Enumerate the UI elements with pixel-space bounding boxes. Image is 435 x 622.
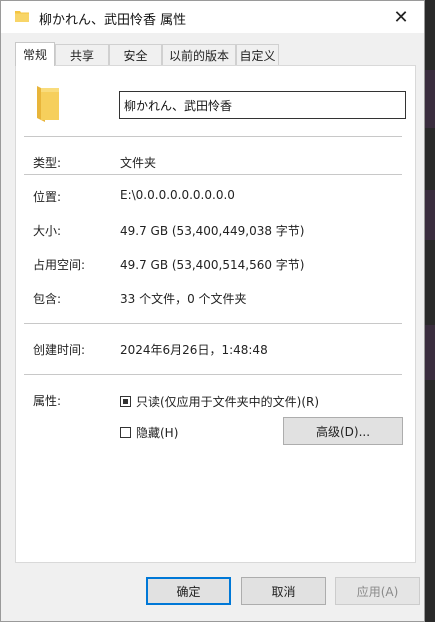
general-panel: 类型: 文件夹 位置: E:\0.0.0.0.0.0.0.0.0 大小: 49.… <box>15 65 416 563</box>
tab-sharing[interactable]: 共享 <box>55 44 109 65</box>
tab-customize[interactable]: 自定义 <box>236 44 279 65</box>
divider <box>24 174 402 175</box>
created-label: 创建时间: <box>33 343 86 357</box>
hidden-label: 隐藏(H) <box>136 426 179 440</box>
contains-label: 包含: <box>33 292 62 306</box>
folder-icon <box>15 11 29 22</box>
created-value: 2024年6月26日，1:48:48 <box>120 343 268 357</box>
tab-security[interactable]: 安全 <box>109 44 162 65</box>
window-title: 柳かれん、武田怜香 属性 <box>39 13 187 28</box>
ok-button[interactable]: 确定 <box>146 577 231 605</box>
title-bar: 柳かれん、武田怜香 属性 ✕ <box>1 1 424 33</box>
contains-value: 33 个文件，0 个文件夹 <box>120 292 247 306</box>
divider <box>24 136 402 137</box>
readonly-label: 只读(仅应用于文件夹中的文件)(R) <box>136 395 320 409</box>
folder-name-input[interactable] <box>119 91 406 119</box>
divider <box>24 323 402 324</box>
background-thumbnail <box>425 190 435 240</box>
background-thumbnail <box>425 70 435 128</box>
location-label: 位置: <box>33 190 62 204</box>
attributes-label: 属性: <box>33 394 62 408</box>
tab-general[interactable]: 常规 <box>15 42 55 66</box>
disk-size-value: 49.7 GB (53,400,514,560 字节) <box>120 258 305 272</box>
divider <box>24 374 402 375</box>
readonly-checkbox[interactable]: 只读(仅应用于文件夹中的文件)(R) <box>120 393 319 410</box>
properties-dialog: 柳かれん、武田怜香 属性 ✕ 常规 共享 安全 以前的版本 自定义 类型: 文 <box>0 0 425 622</box>
checkbox-indeterminate-icon <box>120 396 131 407</box>
advanced-button[interactable]: 高级(D)... <box>283 417 403 445</box>
type-value: 文件夹 <box>120 156 157 170</box>
folder-icon <box>37 86 59 122</box>
hidden-checkbox[interactable]: 隐藏(H) <box>120 424 178 441</box>
checkbox-unchecked-icon <box>120 427 131 438</box>
background-thumbnail <box>425 325 435 380</box>
cancel-button[interactable]: 取消 <box>241 577 326 605</box>
type-label: 类型: <box>33 156 62 170</box>
disk-size-label: 占用空间: <box>33 258 86 272</box>
size-value: 49.7 GB (53,400,449,038 字节) <box>120 224 305 238</box>
close-button[interactable]: ✕ <box>378 1 424 33</box>
size-label: 大小: <box>33 224 62 238</box>
location-value: E:\0.0.0.0.0.0.0.0.0 <box>120 188 235 202</box>
tab-previous-versions[interactable]: 以前的版本 <box>162 44 236 65</box>
close-icon: ✕ <box>393 6 409 28</box>
apply-button[interactable]: 应用(A) <box>335 577 420 605</box>
